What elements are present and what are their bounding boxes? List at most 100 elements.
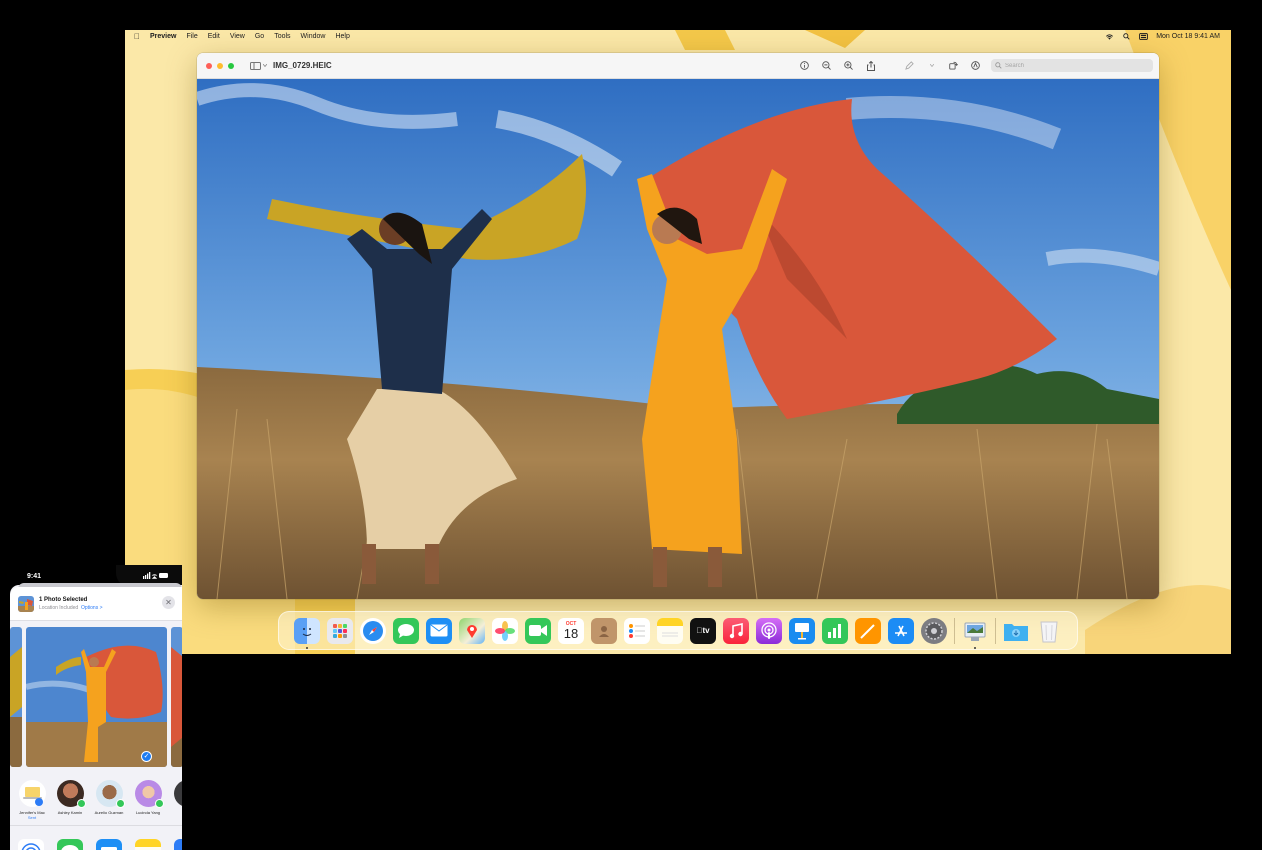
menu-go[interactable]: Go: [255, 33, 264, 40]
dock-system-preferences[interactable]: [921, 617, 947, 644]
dock-photos[interactable]: [492, 617, 518, 644]
video-camera-icon: [529, 625, 547, 636]
rotate-icon: [949, 61, 958, 70]
compass-icon: [363, 620, 383, 641]
zoom-out-button[interactable]: [820, 59, 833, 72]
laptop-icon: [18, 780, 46, 807]
pen-icon: [905, 61, 914, 70]
downloads-folder-icon: [1004, 623, 1028, 641]
wifi-icon[interactable]: [1105, 33, 1114, 40]
annotate-button[interactable]: [969, 59, 982, 72]
info-icon: [800, 61, 809, 70]
menubar-clock[interactable]: Mon Oct 18 9:41 AM: [1156, 33, 1220, 40]
dock-separator: [995, 617, 996, 644]
share-target-aurelio-guzman[interactable]: Aurelio Guzman: [89, 780, 129, 815]
rotate-button[interactable]: [947, 59, 960, 72]
preview-app-icon: [964, 622, 986, 641]
dock-reminders[interactable]: [624, 617, 650, 644]
dock-calendar[interactable]: OCT 18: [558, 617, 584, 644]
options-link[interactable]: Options >: [81, 605, 103, 611]
menu-app-name[interactable]: Preview: [150, 33, 176, 40]
search-field[interactable]: [991, 59, 1153, 72]
close-button[interactable]: [206, 62, 212, 69]
close-button[interactable]: ✕: [162, 596, 175, 609]
share-icon: [866, 60, 875, 71]
dock-finder[interactable]: [294, 617, 320, 649]
share-target-jennifers-mac[interactable]: Jennifer's Mac Sent: [12, 780, 52, 820]
sidebar-toggle-button[interactable]: [249, 59, 267, 73]
share-sheet-header: 1 Photo Selected Location Included Optio…: [10, 587, 182, 621]
share-more-app[interactable]: [174, 839, 182, 850]
dock-safari[interactable]: [360, 617, 386, 644]
dock-trash[interactable]: [1036, 618, 1062, 644]
dock-facetime[interactable]: [525, 617, 551, 644]
share-target-lucinda-yang[interactable]: Lucinda Yang: [128, 780, 168, 815]
dock-separator: [954, 617, 955, 644]
contact-person-icon: [599, 625, 609, 637]
phone-signal-wifi-battery-icon: [143, 572, 169, 581]
zoom-button[interactable]: [228, 62, 234, 69]
selected-photo[interactable]: [26, 627, 167, 767]
messages-badge-icon: [115, 799, 125, 808]
share-messages[interactable]: [57, 839, 83, 850]
dock-pages[interactable]: [855, 617, 881, 644]
chevron-down-icon: [262, 64, 267, 67]
share-airdrop[interactable]: [18, 839, 44, 850]
photo-carousel[interactable]: [10, 621, 182, 775]
dock-tv[interactable]: tv: [690, 617, 716, 644]
dock-downloads[interactable]: [1003, 618, 1029, 644]
tv-label: tv: [699, 626, 709, 635]
window-title: IMG_0729.HEIC: [273, 61, 332, 70]
menu-window[interactable]: Window: [301, 33, 326, 40]
zoom-in-button[interactable]: [842, 59, 855, 72]
zoom-in-icon: [844, 61, 853, 70]
menu-tools[interactable]: Tools: [274, 33, 290, 40]
share-sheet-title: 1 Photo Selected: [39, 597, 88, 603]
dock-app-store[interactable]: [888, 617, 914, 644]
markup-button[interactable]: [903, 59, 916, 72]
avatar: [95, 780, 125, 808]
dock-preview[interactable]: [962, 618, 988, 649]
photo-selected-checkmark-icon[interactable]: ✓: [141, 751, 152, 762]
photo-image: [197, 79, 1159, 599]
next-photo[interactable]: [171, 627, 182, 767]
share-button[interactable]: [864, 59, 877, 72]
share-mail[interactable]: [96, 839, 122, 850]
dock-launchpad[interactable]: [327, 617, 353, 644]
dock-podcasts[interactable]: [756, 617, 782, 644]
markup-menu-button[interactable]: [925, 59, 938, 72]
avatar: [134, 780, 164, 808]
dock-maps[interactable]: [459, 617, 485, 644]
dock-numbers[interactable]: [822, 617, 848, 644]
minimize-button[interactable]: [217, 62, 223, 69]
menu-help[interactable]: Help: [335, 33, 349, 40]
messages-badge-icon: [154, 799, 164, 808]
dock-notes[interactable]: [657, 617, 683, 644]
spotlight-icon[interactable]: [1122, 33, 1131, 40]
share-sheet-subtitle: Location Included Options >: [39, 605, 103, 611]
share-apps-row: [10, 825, 182, 850]
search-input[interactable]: [1005, 62, 1145, 69]
info-button[interactable]: [798, 59, 811, 72]
dock-music[interactable]: [723, 617, 749, 644]
window-titlebar[interactable]: IMG_0729.HEIC: [197, 53, 1159, 79]
share-target-ashley-kamin[interactable]: Ashley Kamin: [50, 780, 90, 815]
menu-view[interactable]: View: [230, 33, 245, 40]
app-icon: [174, 839, 182, 850]
podcast-icon: [761, 621, 777, 639]
dock-keynote[interactable]: [789, 617, 815, 644]
apple-menu-icon[interactable]: : [134, 32, 140, 41]
calendar-day: 18: [563, 625, 579, 641]
zoom-out-icon: [822, 61, 831, 70]
control-center-icon[interactable]: [1139, 33, 1149, 40]
dock-mail[interactable]: [426, 617, 452, 644]
dock-messages[interactable]: [393, 617, 419, 644]
toolbar: [798, 59, 1159, 72]
menu-edit[interactable]: Edit: [208, 33, 220, 40]
share-target-more[interactable]: [167, 780, 182, 807]
bar-chart-icon: [828, 623, 841, 638]
share-notes[interactable]: [135, 839, 161, 850]
previous-photo[interactable]: [10, 627, 22, 767]
dock-contacts[interactable]: [591, 617, 617, 644]
menu-file[interactable]: File: [186, 33, 197, 40]
